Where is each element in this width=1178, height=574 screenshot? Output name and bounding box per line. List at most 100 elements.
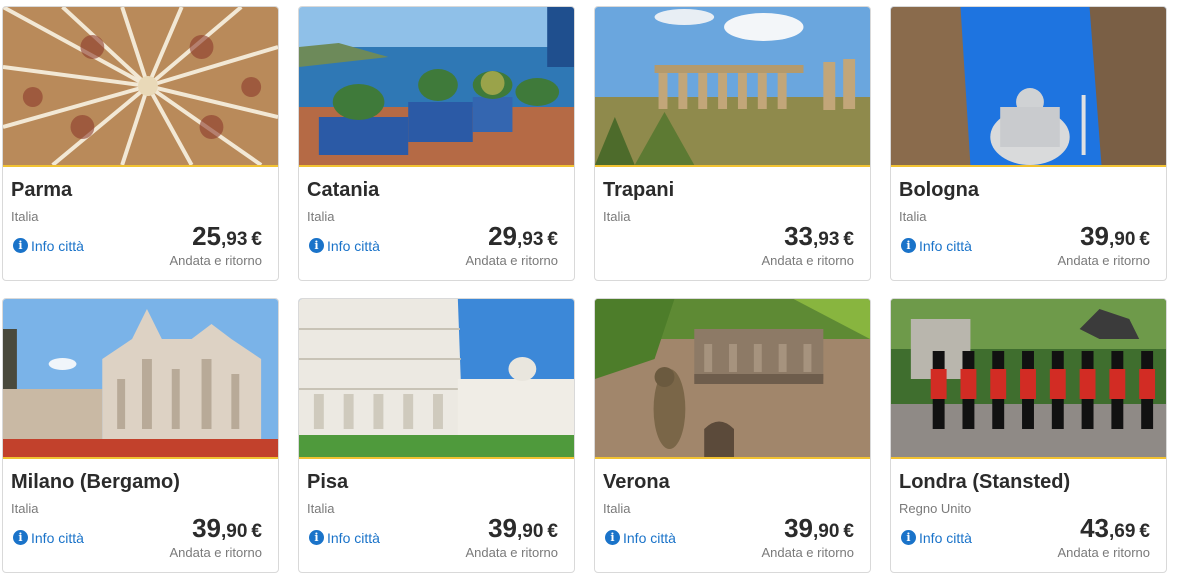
destination-card-parma[interactable]: Parma Italia i Info città 25,93 € Andata …	[2, 6, 279, 281]
country-name: Italia	[899, 209, 927, 224]
currency-symbol: €	[547, 521, 558, 542]
info-citta-label: Info città	[919, 237, 972, 254]
price-integer: 25	[192, 221, 221, 251]
info-citta-link[interactable]: i Info città	[13, 238, 84, 253]
milano-photo	[3, 299, 278, 457]
trip-type: Andata e ritorno	[761, 253, 854, 268]
currency-symbol: €	[1139, 521, 1150, 542]
currency-symbol: €	[251, 521, 262, 542]
city-name: Milano (Bergamo)	[11, 471, 180, 493]
city-name: Londra (Stansted)	[899, 471, 1071, 493]
city-name: Catania	[307, 179, 380, 201]
price-integer: 39	[488, 513, 517, 543]
parma-photo	[3, 7, 278, 165]
price: 39,90 €	[192, 513, 262, 544]
price-decimal: ,90	[517, 521, 544, 542]
destination-card-verona[interactable]: Verona Italia i Info città 39,90 € Andata…	[594, 298, 871, 573]
country-name: Italia	[603, 501, 631, 516]
price-decimal: ,90	[813, 521, 840, 542]
info-citta-link[interactable]: i Info città	[901, 238, 972, 253]
photo-accent-line	[595, 165, 870, 167]
info-citta-link[interactable]: i Info città	[13, 530, 84, 545]
bologna-photo	[891, 7, 1166, 165]
country-name: Italia	[11, 501, 39, 516]
photo-accent-line	[3, 457, 278, 459]
price: 29,93 €	[488, 221, 558, 252]
info-citta-link[interactable]: i Info città	[309, 238, 380, 253]
price: 39,90 €	[784, 513, 854, 544]
info-citta-label: Info città	[327, 529, 380, 546]
info-citta-link[interactable]: i Info città	[605, 530, 676, 545]
price: 25,93 €	[192, 221, 262, 252]
photo-accent-line	[299, 165, 574, 167]
trip-type: Andata e ritorno	[761, 545, 854, 560]
london-photo	[891, 299, 1166, 457]
country-name: Italia	[307, 209, 335, 224]
price: 39,90 €	[1080, 221, 1150, 252]
currency-symbol: €	[547, 229, 558, 250]
price: 39,90 €	[488, 513, 558, 544]
country-name: Italia	[603, 209, 631, 224]
info-citta-link[interactable]: i Info città	[901, 530, 972, 545]
price-decimal: ,90	[1109, 229, 1136, 250]
info-icon: i	[13, 530, 28, 545]
destination-card-bologna[interactable]: Bologna Italia i Info città 39,90 € Andat…	[890, 6, 1167, 281]
city-name: Trapani	[603, 179, 675, 201]
trip-type: Andata e ritorno	[169, 545, 262, 560]
info-icon: i	[13, 238, 28, 253]
photo-accent-line	[595, 457, 870, 459]
price-integer: 33	[784, 221, 813, 251]
city-name: Bologna	[899, 179, 979, 201]
destination-card-trapani[interactable]: Trapani Italia 33,93 € Andata e ritorno	[594, 6, 871, 281]
info-citta-label: Info città	[327, 237, 380, 254]
photo-accent-line	[3, 165, 278, 167]
country-name: Italia	[307, 501, 335, 516]
destination-card-pisa[interactable]: Pisa Italia i Info città 39,90 € Andata e…	[298, 298, 575, 573]
info-icon: i	[605, 530, 620, 545]
price-integer: 39	[192, 513, 221, 543]
trapani-photo	[595, 7, 870, 165]
price-integer: 39	[784, 513, 813, 543]
info-citta-link[interactable]: i Info città	[309, 530, 380, 545]
photo-accent-line	[891, 165, 1166, 167]
trip-type: Andata e ritorno	[465, 253, 558, 268]
price-decimal: ,93	[221, 229, 248, 250]
price: 43,69 €	[1080, 513, 1150, 544]
price-decimal: ,90	[221, 521, 248, 542]
city-name: Parma	[11, 179, 73, 201]
price-decimal: ,69	[1109, 521, 1136, 542]
currency-symbol: €	[843, 229, 854, 250]
info-citta-label: Info città	[623, 529, 676, 546]
destination-card-londra-stansted[interactable]: Londra (Stansted) Regno Unito i Info cit…	[890, 298, 1167, 573]
photo-accent-line	[891, 457, 1166, 459]
trip-type: Andata e ritorno	[169, 253, 262, 268]
price: 33,93 €	[784, 221, 854, 252]
info-icon: i	[309, 530, 324, 545]
verona-photo	[595, 299, 870, 457]
destination-card-milano-bergamo[interactable]: Milano (Bergamo) Italia i Info città 39,…	[2, 298, 279, 573]
price-decimal: ,93	[517, 229, 544, 250]
price-integer: 43	[1080, 513, 1109, 543]
city-name: Verona	[603, 471, 670, 493]
info-icon: i	[309, 238, 324, 253]
currency-symbol: €	[251, 229, 262, 250]
country-name: Regno Unito	[899, 501, 972, 516]
photo-accent-line	[299, 457, 574, 459]
trip-type: Andata e ritorno	[465, 545, 558, 560]
currency-symbol: €	[843, 521, 854, 542]
country-name: Italia	[11, 209, 39, 224]
info-citta-label: Info città	[919, 529, 972, 546]
info-citta-label: Info città	[31, 237, 84, 254]
price-integer: 39	[1080, 221, 1109, 251]
price-decimal: ,93	[813, 229, 840, 250]
destination-card-catania[interactable]: Catania Italia i Info città 29,93 € Andat…	[298, 6, 575, 281]
trip-type: Andata e ritorno	[1057, 253, 1150, 268]
city-name: Pisa	[307, 471, 349, 493]
info-citta-label: Info città	[31, 529, 84, 546]
currency-symbol: €	[1139, 229, 1150, 250]
catania-photo	[299, 7, 574, 165]
price-integer: 29	[488, 221, 517, 251]
trip-type: Andata e ritorno	[1057, 545, 1150, 560]
pisa-photo	[299, 299, 574, 457]
info-icon: i	[901, 238, 916, 253]
